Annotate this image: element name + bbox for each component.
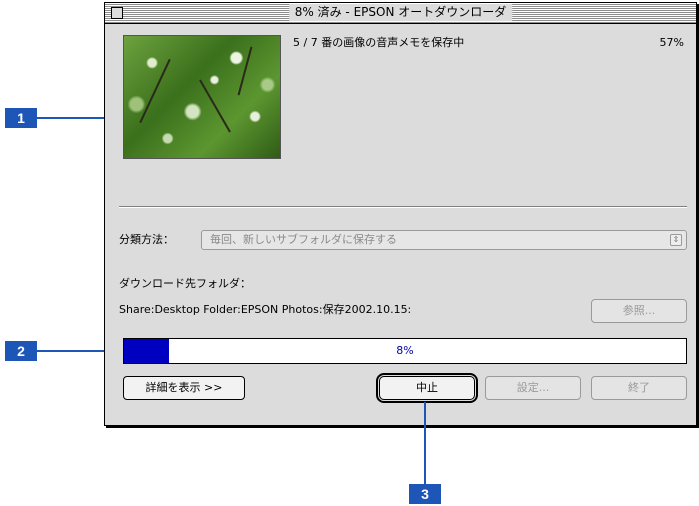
download-folder-label: ダウンロード先フォルダ： (119, 277, 251, 290)
photo-thumbnail (123, 35, 281, 159)
status-text: 5 / 7 番の画像の音声メモを保存中 (293, 36, 465, 49)
window-title: 8% 済み - EPSON オートダウンローダ (288, 4, 513, 21)
title-bar[interactable]: 8% 済み - EPSON オートダウンローダ (105, 3, 696, 24)
branch-3 (237, 46, 253, 96)
classification-label: 分類方法： (119, 233, 174, 246)
show-details-button[interactable]: 詳細を表示 >> (123, 376, 245, 400)
overall-percent: 8% (396, 344, 414, 357)
item-percent: 57% (659, 36, 684, 49)
callout-2-badge: 2 (5, 341, 37, 361)
overall-progress-bar: 8% (123, 338, 687, 364)
classification-selected: 毎回、新しいサブフォルダに保存する (210, 233, 397, 246)
separator (119, 206, 687, 208)
stop-button[interactable]: 中止 (379, 376, 475, 400)
callout-1-badge: 1 (5, 108, 37, 128)
close-box[interactable] (111, 7, 123, 19)
callout-3-badge: 3 (409, 484, 441, 504)
browse-button[interactable]: 参照... (591, 299, 687, 323)
classification-select[interactable]: 毎回、新しいサブフォルダに保存する ⇕ (201, 230, 687, 250)
quit-button[interactable]: 終了 (591, 376, 687, 400)
download-folder-path: Share:Desktop Folder:EPSON Photos:保存2002… (119, 303, 412, 316)
branch-2 (199, 79, 231, 133)
settings-button[interactable]: 設定... (485, 376, 581, 400)
branch-1 (139, 58, 171, 124)
callout-3-line (424, 402, 426, 484)
popup-arrows-icon: ⇕ (670, 234, 682, 246)
download-window: 8% 済み - EPSON オートダウンローダ 5 / 7 番の画像の音声メモを… (104, 2, 697, 426)
